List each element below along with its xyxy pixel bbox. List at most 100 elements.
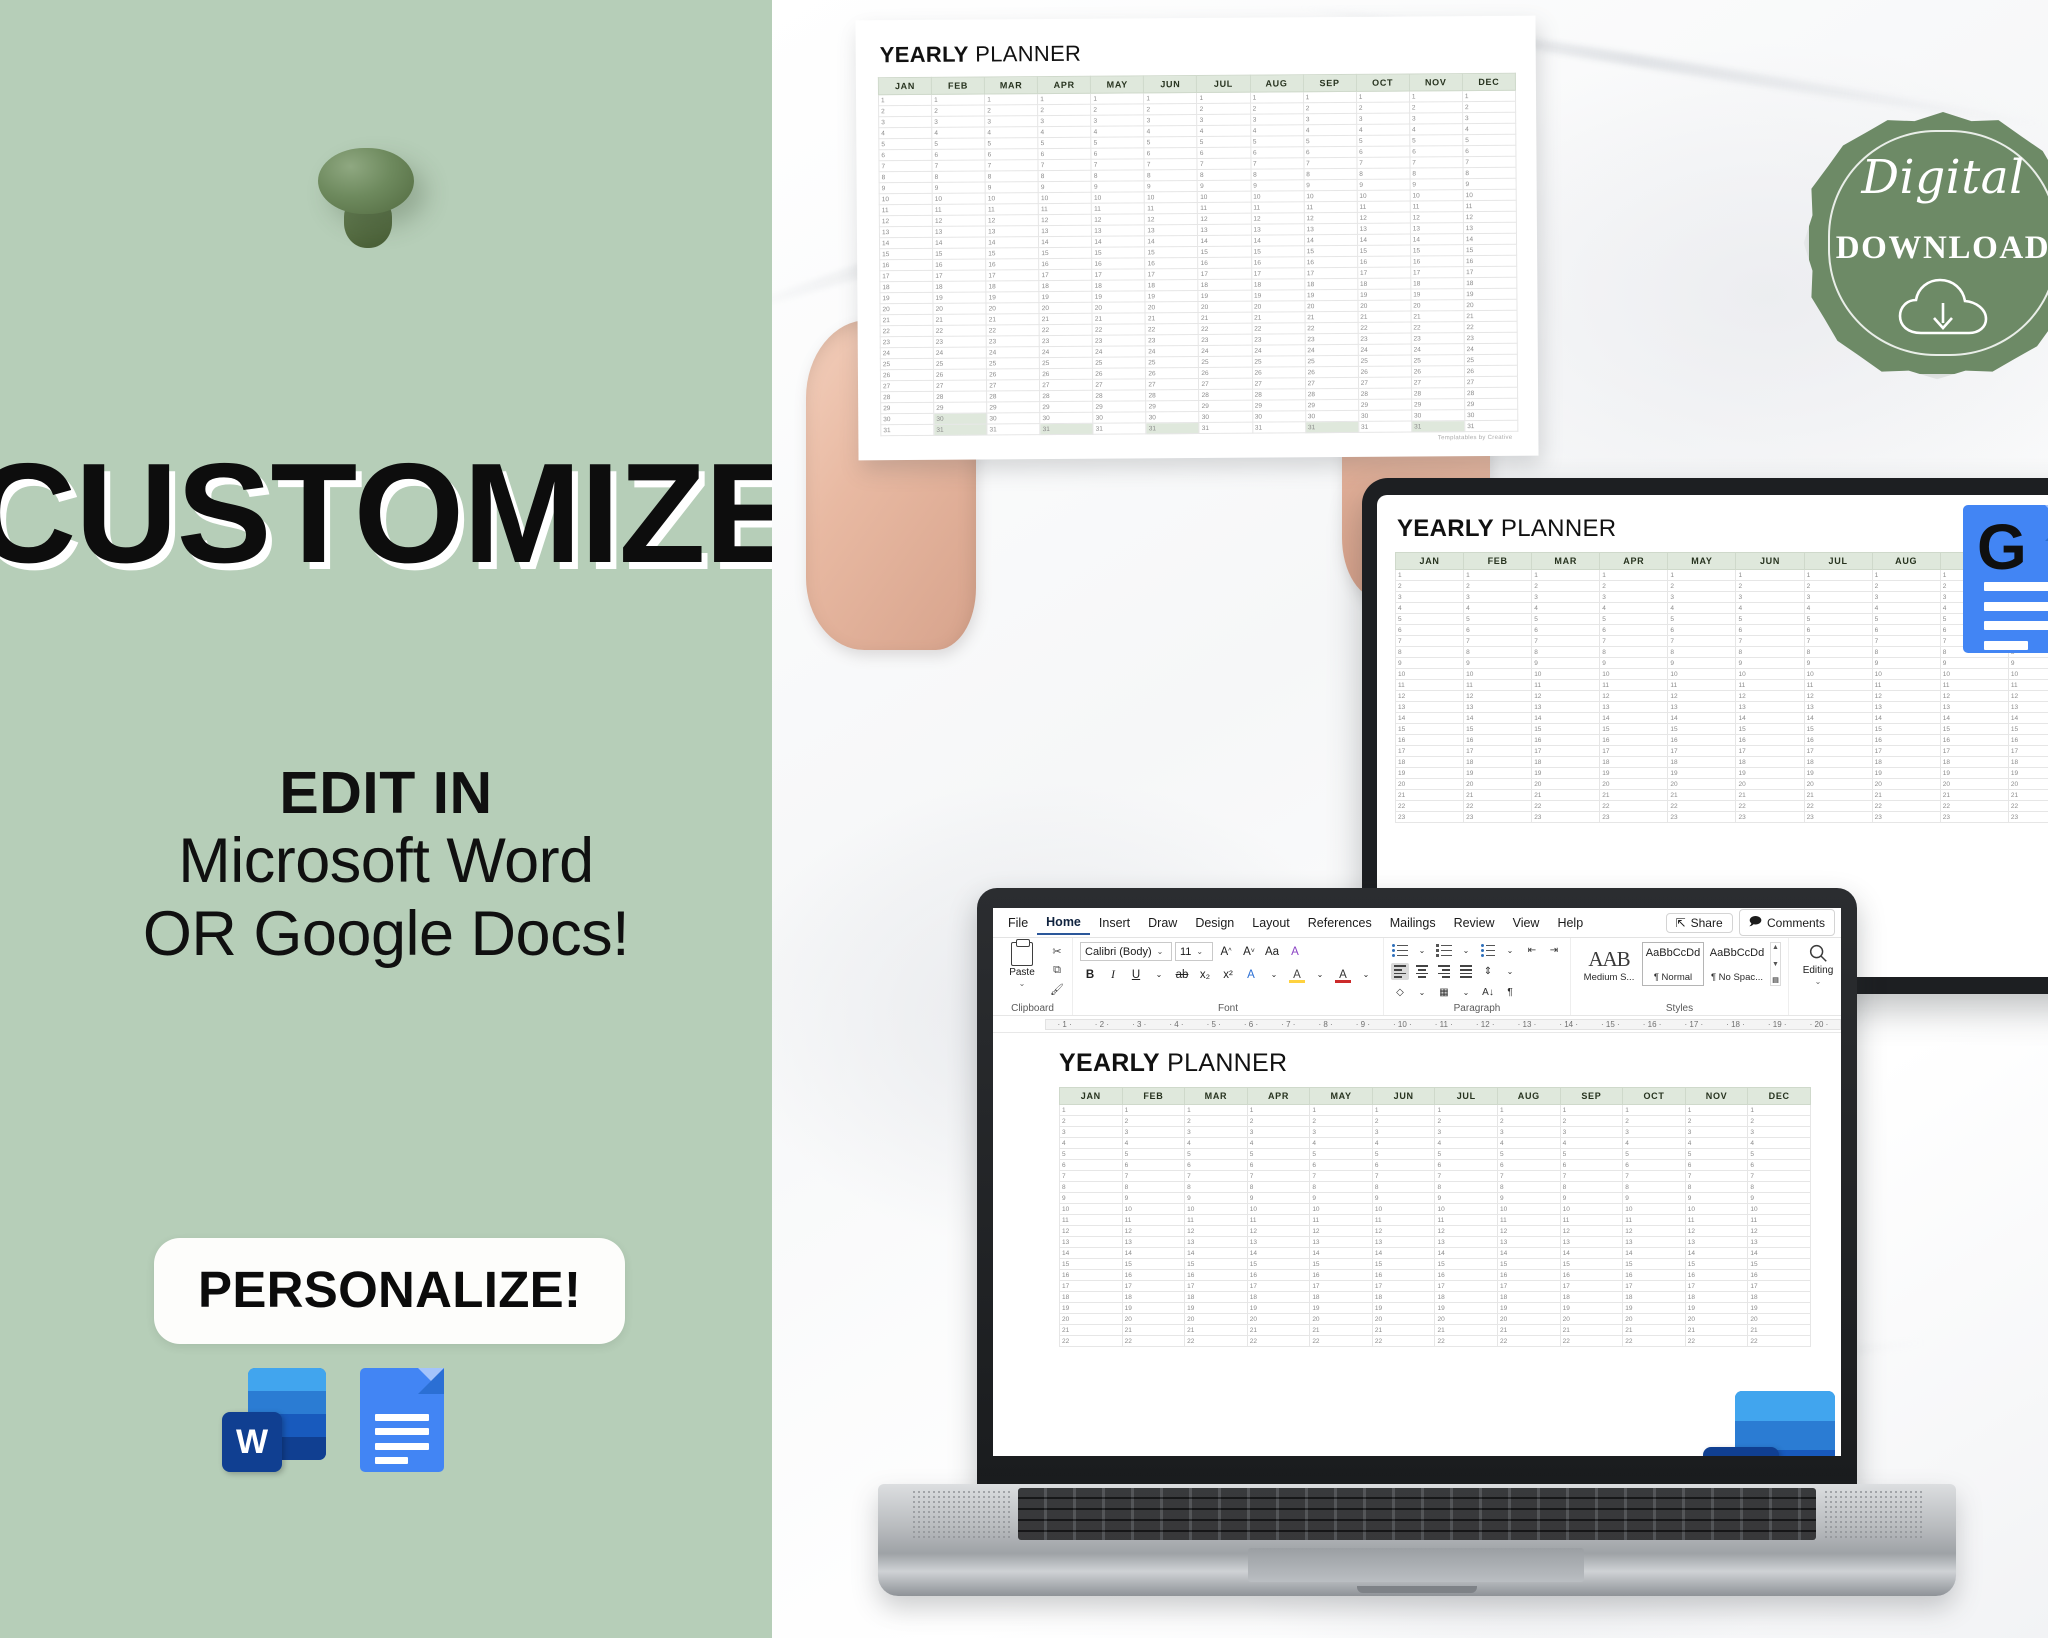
font-color-button[interactable]: A: [1333, 965, 1353, 984]
planner-day-cell: 14: [1410, 233, 1464, 246]
share-button[interactable]: ⇱ Share: [1665, 912, 1733, 933]
tab-design[interactable]: Design: [1186, 912, 1243, 934]
planner-day-cell: 3: [1409, 112, 1463, 125]
font-name-value: Calibri (Body): [1085, 945, 1152, 958]
shading-button[interactable]: ◇: [1391, 984, 1409, 1001]
clear-formatting-button[interactable]: A: [1285, 942, 1305, 961]
borders-chevron-icon[interactable]: ⌄: [1457, 984, 1475, 1001]
planner-month-header: AUG: [1871, 552, 1941, 570]
horizontal-ruler[interactable]: · 1 · · 2 · · 3 · · 4 · · 5 · · 6 · · 7 · · 8 ·…: [993, 1016, 1841, 1033]
underline-button[interactable]: U: [1126, 965, 1146, 984]
planner-day-cell: 9: [1667, 657, 1737, 669]
editing-button[interactable]: Editing ⌄: [1796, 942, 1840, 986]
font-color-chevron-icon[interactable]: ⌄: [1356, 965, 1376, 984]
planner-day-cell: 14: [1371, 1247, 1436, 1259]
planner-day-cell: 12: [1038, 214, 1092, 226]
planner-day-cell: 1: [1599, 569, 1669, 581]
underline-chevron-icon[interactable]: ⌄: [1149, 965, 1169, 984]
line-spacing-button[interactable]: ⇕: [1479, 963, 1497, 980]
planner-day-cell: 15: [932, 247, 986, 260]
highlight-color-button[interactable]: A: [1287, 965, 1307, 984]
styles-scroll-down-icon[interactable]: ▼: [1771, 960, 1780, 969]
planner-day-cell: 8: [1144, 169, 1198, 181]
increase-indent-button[interactable]: ⇥: [1545, 942, 1563, 959]
planner-day-cell: 2: [1309, 1115, 1373, 1127]
bullets-button[interactable]: [1391, 942, 1409, 959]
planner-day-cell: 10: [1599, 668, 1669, 680]
tab-draw[interactable]: Draw: [1139, 912, 1186, 934]
tab-view[interactable]: View: [1504, 912, 1549, 934]
tab-help[interactable]: Help: [1548, 912, 1592, 934]
planner-day-cell: 26: [1411, 365, 1465, 378]
cut-icon[interactable]: ✂: [1049, 944, 1065, 959]
tab-mailings[interactable]: Mailings: [1381, 912, 1445, 934]
bold-button[interactable]: B: [1080, 965, 1100, 984]
styles-more-icon[interactable]: ▤: [1771, 976, 1780, 985]
line-spacing-chevron-icon[interactable]: ⌄: [1501, 963, 1519, 980]
planner-day-cell: 20: [1394, 778, 1465, 790]
planner-day-cell: 13: [1667, 701, 1737, 713]
grow-font-button[interactable]: A ^: [1216, 942, 1236, 961]
planner-day-cell: 6: [1559, 1159, 1624, 1171]
tab-review[interactable]: Review: [1445, 912, 1504, 934]
shading-chevron-icon[interactable]: ⌄: [1413, 984, 1431, 1001]
align-center-button[interactable]: [1413, 963, 1431, 980]
paste-button[interactable]: Paste ⌄: [1000, 939, 1044, 988]
styles-scroll-up-icon[interactable]: ▲: [1771, 943, 1780, 952]
editing-chevron-icon[interactable]: ⌄: [1815, 977, 1822, 986]
style-item-no-spacing[interactable]: AaBbCcDd ¶ No Spac...: [1706, 942, 1768, 986]
planner-day-cell: 6: [1497, 1159, 1561, 1171]
style-item-normal[interactable]: AaBbCcDd ¶ Normal: [1642, 942, 1704, 986]
borders-button[interactable]: ▦: [1435, 984, 1453, 1001]
tab-home[interactable]: Home: [1037, 911, 1090, 935]
align-left-button[interactable]: [1391, 963, 1409, 980]
change-case-button[interactable]: Aa: [1262, 942, 1282, 961]
planner-day-cell: 18: [985, 280, 1040, 292]
justify-button[interactable]: [1457, 963, 1475, 980]
align-right-button[interactable]: [1435, 963, 1453, 980]
tab-insert[interactable]: Insert: [1090, 912, 1139, 934]
planner-day-cell: 1: [1184, 1104, 1248, 1116]
sort-button[interactable]: A↓: [1479, 984, 1497, 1001]
tab-references[interactable]: References: [1299, 912, 1381, 934]
planner-day-cell: 8: [879, 171, 933, 183]
ribbon-group-styles: AAB Medium S... AaBbCcDd ¶ Normal AaBbCc…: [1571, 938, 1789, 1015]
planner-day-cell: 26: [1039, 368, 1093, 380]
planner-day-cell: 16: [1747, 1269, 1811, 1281]
comments-button[interactable]: 🗩 Comments: [1738, 909, 1835, 936]
superscript-button[interactable]: x²: [1218, 965, 1238, 984]
planner-day-cell: 12: [985, 214, 1039, 226]
font-size-combobox[interactable]: 11 ⌄: [1175, 942, 1213, 961]
planner-day-cell: 3: [1090, 114, 1145, 127]
subscript-button[interactable]: x₂: [1195, 965, 1215, 984]
styles-scroll-buttons[interactable]: ▲ ▼ ▤: [1770, 942, 1781, 986]
word-document-area[interactable]: YEARLY PLANNER JAN FEB MAR APR MAY JUN JUL AUG S…: [993, 1033, 1841, 1456]
planner-day-cell: 26: [1464, 365, 1518, 377]
text-effects-chevron-icon[interactable]: ⌄: [1264, 965, 1284, 984]
text-effects-button[interactable]: A: [1241, 965, 1261, 984]
format-painter-icon[interactable]: 🖌: [1049, 982, 1065, 997]
decrease-indent-button[interactable]: ⇤: [1523, 942, 1541, 959]
shrink-font-button[interactable]: A ˅: [1239, 942, 1259, 961]
planner-day-cell: 4: [1497, 1137, 1561, 1149]
style-item-medium[interactable]: AAB Medium S...: [1578, 942, 1640, 986]
highlight-chevron-icon[interactable]: ⌄: [1310, 965, 1330, 984]
planner-day-row: 222222222222: [1059, 1115, 1811, 1127]
italic-button[interactable]: I: [1103, 965, 1123, 984]
planner-day-cell: 2: [1871, 580, 1941, 592]
tab-file[interactable]: File: [999, 912, 1037, 934]
planner-day-cell: 1: [1531, 569, 1601, 581]
multilevel-chevron-icon[interactable]: ⌄: [1501, 942, 1519, 959]
numbering-chevron-icon[interactable]: ⌄: [1457, 942, 1475, 959]
planner-day-row: 444444444444: [1059, 1137, 1811, 1149]
multilevel-list-button[interactable]: [1479, 942, 1497, 959]
strikethrough-button[interactable]: ab: [1172, 965, 1192, 984]
planner-day-cell: 15: [1144, 246, 1199, 258]
show-marks-button[interactable]: ¶: [1501, 984, 1519, 1001]
font-name-combobox[interactable]: Calibri (Body) ⌄: [1080, 942, 1172, 961]
copy-icon[interactable]: ⧉: [1049, 963, 1065, 978]
chevron-down-icon[interactable]: ⌄: [1019, 979, 1026, 988]
bullets-chevron-icon[interactable]: ⌄: [1413, 942, 1431, 959]
numbering-button[interactable]: [1435, 942, 1453, 959]
tab-layout[interactable]: Layout: [1243, 912, 1299, 934]
